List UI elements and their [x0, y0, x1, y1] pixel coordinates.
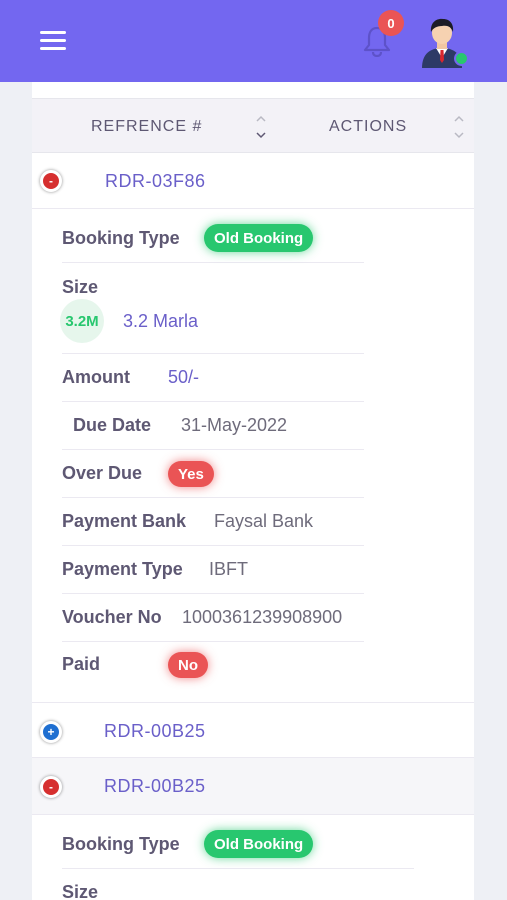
column-header-actions[interactable]: ACTIONS — [329, 118, 407, 136]
detail-label: Size — [62, 277, 99, 297]
detail-label: Booking Type — [62, 228, 180, 248]
detail-size: Size 3.2M 3.2 Marla — [60, 263, 364, 354]
payment-bank-value: Faysal Bank — [214, 511, 314, 531]
detail-payment-bank: Payment Bank Faysal Bank — [62, 498, 364, 546]
over-due-badge: Yes — [168, 461, 214, 487]
column-header-reference[interactable]: REFRENCE # — [91, 118, 202, 136]
detail-size: Size — [62, 869, 364, 900]
booking-table-card: REFRENCE # ACTIONS - RDR-03F86 Booking T… — [32, 82, 474, 900]
detail-label: Over Due — [62, 463, 143, 483]
notification-count-badge: 0 — [378, 10, 404, 36]
hamburger-menu-icon[interactable] — [40, 31, 66, 51]
size-value: 3.2 Marla — [123, 311, 199, 331]
due-date-value: 31-May-2022 — [181, 415, 288, 435]
collapse-row-toggle[interactable]: - — [40, 776, 62, 798]
table-row[interactable]: - RDR-00B25 — [32, 758, 474, 815]
expand-row-toggle[interactable]: + — [40, 721, 62, 743]
reference-link[interactable]: RDR-03F86 — [105, 171, 206, 192]
payment-type-value: IBFT — [209, 559, 248, 579]
table-row[interactable]: - RDR-03F86 — [32, 153, 474, 209]
detail-label: Size — [62, 882, 99, 900]
detail-label: Payment Type — [62, 559, 183, 579]
online-status-dot — [454, 51, 469, 66]
detail-label: Voucher No — [62, 607, 162, 627]
sort-icon[interactable] — [256, 114, 266, 140]
detail-voucher-no: Voucher No 1000361239908900 — [62, 594, 364, 642]
reference-link[interactable]: RDR-00B25 — [104, 776, 206, 797]
amount-value: 50/- — [168, 367, 200, 387]
size-avatar: 3.2M — [60, 299, 104, 343]
booking-type-badge: Old Booking — [204, 830, 314, 858]
sort-icon[interactable] — [454, 114, 464, 140]
table-row[interactable]: + RDR-00B25 — [32, 702, 474, 758]
detail-booking-type: Booking Type Old Booking — [62, 815, 414, 869]
detail-amount: Amount 50/- — [62, 354, 364, 402]
reference-link[interactable]: RDR-00B25 — [104, 721, 206, 742]
paid-badge: No — [168, 652, 208, 678]
detail-booking-type: Booking Type Old Booking — [62, 209, 364, 263]
detail-payment-type: Payment Type IBFT — [62, 546, 364, 594]
detail-label: Payment Bank — [62, 511, 187, 531]
detail-label: Due Date — [73, 415, 152, 435]
detail-due-date: Due Date 31-May-2022 — [62, 402, 364, 450]
collapse-row-toggle[interactable]: - — [40, 170, 62, 192]
detail-over-due: Over Due Yes — [62, 450, 364, 498]
detail-label: Booking Type — [62, 834, 180, 854]
booking-type-badge: Old Booking — [204, 224, 314, 252]
voucher-value: 1000361239908900 — [182, 607, 343, 627]
table-header: REFRENCE # ACTIONS — [32, 98, 474, 153]
detail-paid: Paid No — [62, 642, 364, 702]
detail-label: Paid — [62, 654, 101, 674]
top-navbar: 0 — [0, 0, 507, 82]
detail-label: Amount — [62, 367, 130, 387]
